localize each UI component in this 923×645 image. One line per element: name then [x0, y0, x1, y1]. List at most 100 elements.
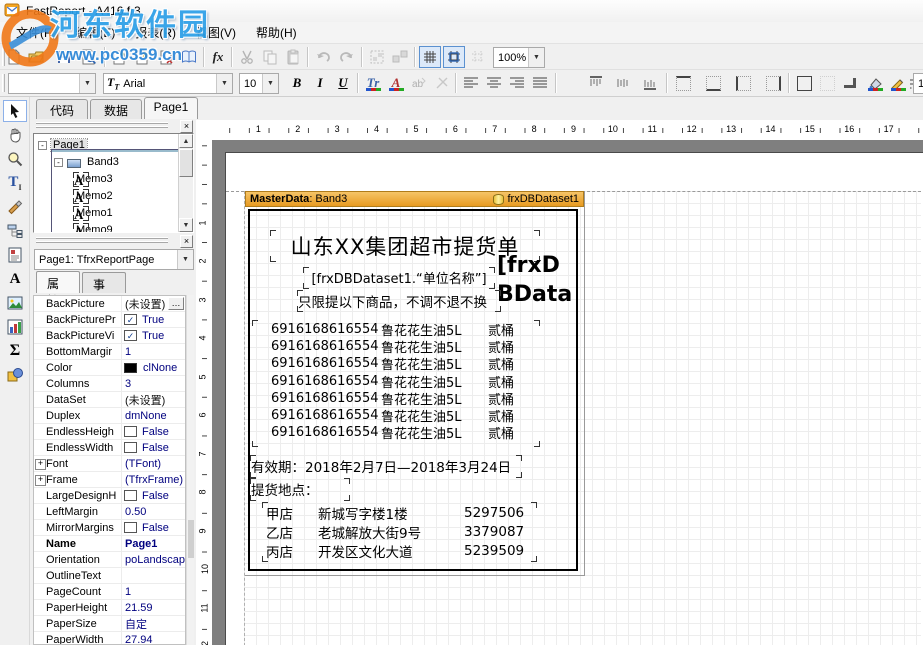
property-expand-gutter[interactable] — [34, 552, 46, 567]
property-expand-gutter[interactable] — [34, 488, 46, 503]
zoom-select[interactable]: 100% ▼ — [493, 47, 545, 68]
delete-page-button[interactable] — [155, 46, 177, 68]
property-expand-gutter[interactable] — [34, 392, 46, 407]
item-row[interactable]: 6916168616554 鲁花花生油5L 贰桶 — [253, 355, 539, 372]
property-value[interactable]: True — [139, 330, 185, 342]
drag-handle[interactable] — [36, 122, 168, 130]
menu-item[interactable]: 视图(V) — [186, 22, 246, 43]
property-row[interactable]: BackPicture (未设置) … — [34, 296, 185, 312]
property-value[interactable]: False — [139, 522, 185, 534]
copy-button[interactable] — [259, 46, 281, 68]
property-row[interactable]: PaperHeight 21.59 — [34, 600, 185, 616]
property-value[interactable]: True — [139, 314, 185, 326]
ungroup-button[interactable] — [389, 46, 411, 68]
property-value[interactable]: 3 — [122, 378, 185, 390]
property-checkbox[interactable] — [124, 426, 137, 437]
property-expand-gutter[interactable] — [34, 520, 46, 535]
property-value[interactable]: 1 — [122, 346, 185, 358]
property-value[interactable]: 自定 — [122, 616, 185, 632]
scroll-thumb[interactable] — [179, 149, 193, 177]
report-page[interactable]: MasterData: Band3 frxDBDataset1 山东XX集团超市… — [225, 152, 923, 645]
valign-bottom-button[interactable] — [639, 72, 661, 94]
store-row[interactable]: 丙店 开发区文化大道 5239509 — [263, 541, 536, 560]
property-value[interactable]: (未设置) — [122, 392, 185, 408]
menu-item[interactable]: 报表(R) — [125, 22, 186, 43]
open-report-button[interactable] — [25, 46, 47, 68]
property-row[interactable]: Frame (TfrxFrame) — [34, 472, 185, 488]
insert-band-tool[interactable] — [3, 220, 27, 242]
clear-format-button[interactable] — [431, 72, 453, 94]
property-value[interactable]: 27.94 — [122, 634, 185, 645]
property-row[interactable]: Color clNone — [34, 360, 185, 376]
style-select[interactable]: ▼ — [8, 73, 96, 94]
zoom-tool[interactable] — [3, 148, 27, 170]
tree-item[interactable]: Band3 — [54, 154, 121, 170]
font-size-select[interactable]: 10 ▼ — [239, 73, 279, 94]
border-right-button[interactable] — [762, 72, 784, 94]
new-report-page-button[interactable] — [108, 46, 130, 68]
italic-button[interactable]: I — [309, 72, 331, 94]
property-row[interactable]: Columns 3 — [34, 376, 185, 392]
valign-center-button[interactable] — [612, 72, 634, 94]
property-value[interactable]: (TFont) — [122, 458, 185, 470]
chevron-down-icon[interactable]: ▼ — [528, 48, 544, 67]
property-expand-gutter[interactable] — [34, 296, 46, 311]
align-center-button[interactable] — [483, 72, 505, 94]
property-row[interactable]: BottomMargir 1 — [34, 344, 185, 360]
picture-object-tool[interactable] — [3, 292, 27, 314]
property-expand-gutter[interactable] — [34, 360, 46, 375]
border-left-button[interactable] — [732, 72, 754, 94]
property-row[interactable]: Duplex dmNone — [34, 408, 185, 424]
group-button[interactable] — [366, 46, 388, 68]
property-value[interactable]: False — [139, 490, 185, 502]
page-settings-button[interactable] — [178, 46, 200, 68]
property-row[interactable]: PaperWidth 27.94 — [34, 632, 185, 645]
font-color-button[interactable]: Tr — [362, 72, 384, 94]
item-row[interactable]: 6916168616554 鲁花花生油5L 贰桶 — [253, 321, 539, 338]
property-row[interactable]: OutlineText — [34, 568, 185, 584]
inspector-scrollbar[interactable] — [186, 295, 194, 645]
memo-validity[interactable]: 有效期：2018年2月7日—2018年3月24日 — [251, 456, 521, 477]
property-expand-gutter[interactable] — [34, 376, 46, 391]
tab-events[interactable]: 事件 — [82, 272, 126, 293]
property-value[interactable]: 1 — [122, 586, 185, 598]
property-value[interactable]: clNone — [140, 362, 185, 374]
shape-object-tool[interactable] — [3, 364, 27, 386]
property-checkbox[interactable] — [124, 314, 137, 325]
border-top-button[interactable] — [672, 72, 694, 94]
property-row[interactable]: PaperSize 自定 — [34, 616, 185, 632]
align-to-grid-button[interactable] — [443, 46, 465, 68]
redo-button[interactable] — [336, 46, 358, 68]
property-value[interactable]: poLandscape — [122, 554, 185, 566]
property-row[interactable]: EndlessWidth False — [34, 440, 185, 456]
menu-item[interactable]: 编辑(E) — [65, 22, 125, 43]
underline-button[interactable]: U — [332, 72, 354, 94]
property-checkbox[interactable] — [124, 330, 137, 341]
property-expand-gutter[interactable] — [34, 440, 46, 455]
tree-item[interactable]: Memo9 — [74, 222, 115, 233]
property-value[interactable]: False — [139, 442, 185, 454]
chevron-down-icon[interactable]: ▼ — [177, 250, 193, 269]
property-value[interactable]: dmNone — [122, 410, 185, 422]
property-row[interactable]: EndlessHeigh False — [34, 424, 185, 440]
property-expand-gutter[interactable] — [34, 600, 46, 615]
tab-code[interactable]: 代码 — [36, 99, 88, 119]
tab-properties[interactable]: 属性 — [36, 271, 80, 293]
close-icon[interactable]: × — [180, 235, 193, 248]
memo-overflow-field[interactable]: [frxDBData — [497, 251, 577, 313]
property-expand-gutter[interactable] — [34, 568, 46, 583]
cut-button[interactable] — [236, 46, 258, 68]
chevron-down-icon[interactable]: ▼ — [262, 74, 278, 93]
text-object-tool[interactable]: A — [3, 268, 27, 290]
property-row[interactable]: BackPictureVi True — [34, 328, 185, 344]
item-row[interactable]: 6916168616554 鲁花花生油5L 贰桶 — [253, 424, 539, 441]
property-expand-gutter[interactable] — [34, 616, 46, 631]
preview-button[interactable] — [78, 46, 100, 68]
font-name-select[interactable]: TT Arial ▼ — [103, 73, 233, 94]
hand-tool[interactable] — [3, 124, 27, 146]
property-expand-gutter[interactable] — [34, 584, 46, 599]
line-width-select[interactable]: 1 — [913, 73, 923, 94]
masterdata-band-header[interactable]: MasterData: Band3 frxDBDataset1 — [245, 191, 584, 207]
valign-top-button[interactable] — [585, 72, 607, 94]
menu-item[interactable]: 帮助(H) — [246, 22, 307, 43]
